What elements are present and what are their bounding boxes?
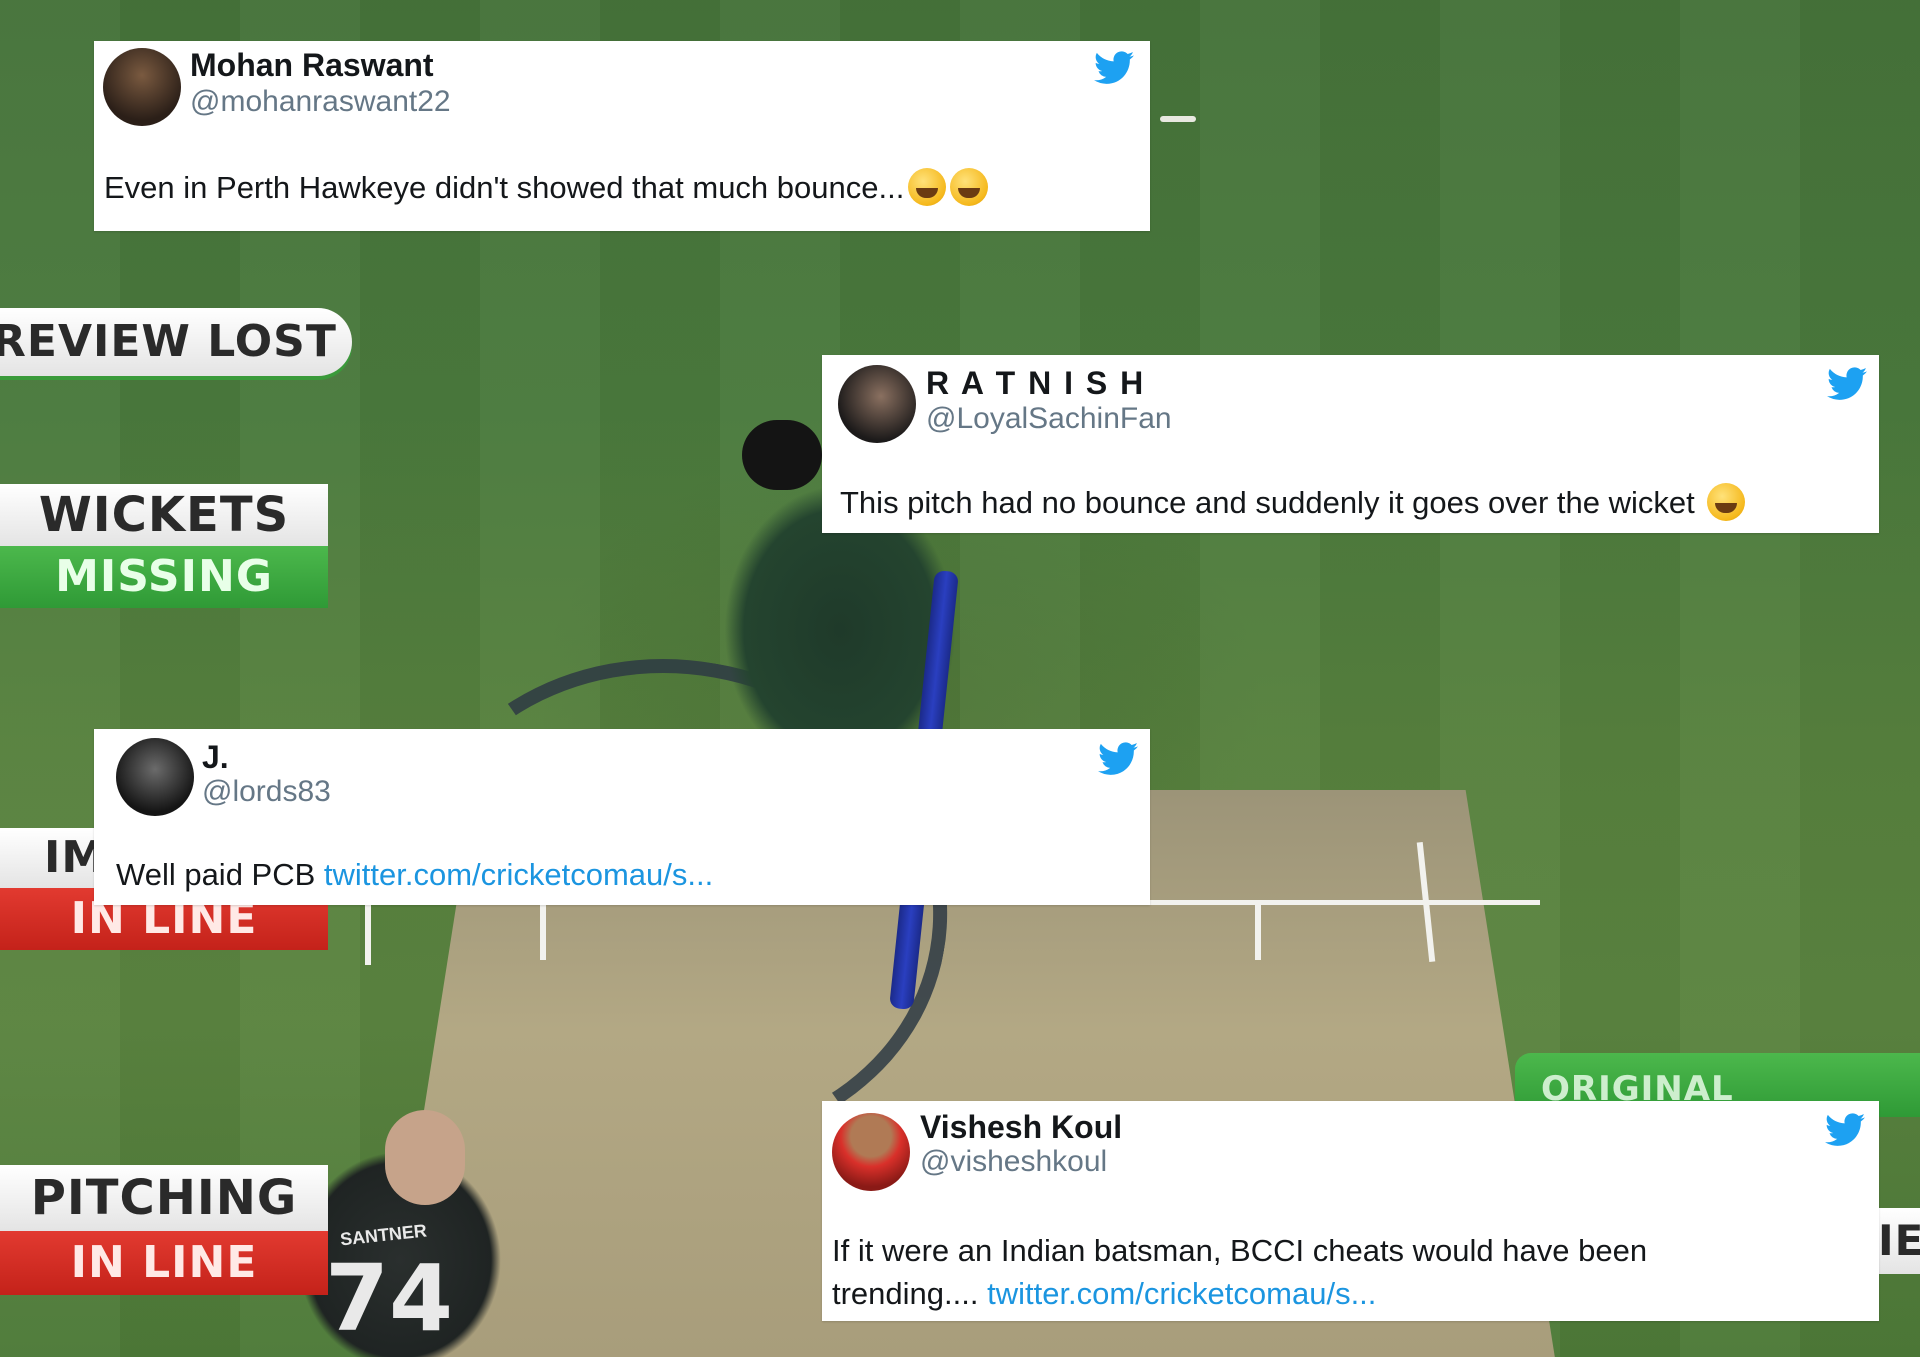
tweet-author-name[interactable]: R A T N I S H <box>926 365 1145 402</box>
pitching-label: PITCHING <box>0 1165 328 1231</box>
twitter-bird-icon[interactable] <box>1827 367 1867 401</box>
tweet-text: If it were an Indian batsman, BCCI cheat… <box>832 1229 1792 1315</box>
bowler-head <box>385 1110 465 1205</box>
tweet-link[interactable]: twitter.com/cricketcomau/s... <box>324 857 713 892</box>
tweet-text-content: Well paid PCB <box>116 857 324 892</box>
tweet-text-content: This pitch had no bounce and suddenly it… <box>840 485 1695 520</box>
tweet-author-name[interactable]: J. <box>202 739 229 776</box>
jersey-number: 74 <box>325 1245 454 1352</box>
rolling-on-floor-laughing-icon <box>950 168 989 206</box>
twitter-bird-icon[interactable] <box>1825 1113 1865 1147</box>
review-lost-banner: REVIEW LOST <box>0 308 352 376</box>
tweet-card[interactable]: Mohan Raswant @mohanraswant22 Even in Pe… <box>94 41 1150 231</box>
missing-label: MISSING <box>0 546 328 608</box>
tweet-text: Even in Perth Hawkeye didn't showed that… <box>104 166 1104 209</box>
tweet-card[interactable]: Vishesh Koul @visheshkoul If it were an … <box>822 1101 1879 1321</box>
tweet-author-handle[interactable]: @visheshkoul <box>920 1145 1107 1179</box>
tears-of-joy-icon <box>1707 483 1746 521</box>
tweet-author-handle[interactable]: @LoyalSachinFan <box>926 402 1172 436</box>
rolling-on-floor-laughing-icon <box>908 168 947 206</box>
pitching-in-line-label: IN LINE <box>0 1231 328 1295</box>
wide-marker-right <box>1255 900 1261 960</box>
twitter-bird-icon[interactable] <box>1098 742 1138 776</box>
wickets-label: WICKETS <box>0 484 328 546</box>
avatar[interactable] <box>838 365 916 443</box>
tweet-author-handle[interactable]: @lords83 <box>202 775 331 809</box>
tweet-text: Well paid PCB twitter.com/cricketcomau/s… <box>116 853 1116 896</box>
tweet-card[interactable]: J. @lords83 Well paid PCB twitter.com/cr… <box>94 729 1150 905</box>
keeper-helmet <box>742 420 822 490</box>
twitter-bird-icon[interactable] <box>1094 51 1134 85</box>
tweet-author-handle[interactable]: @mohanraswant22 <box>190 85 451 119</box>
tweet-text: This pitch had no bounce and suddenly it… <box>840 481 1860 524</box>
tweet-author-name[interactable]: Mohan Raswant <box>190 47 434 84</box>
review-edge-label: IEV <box>1878 1208 1920 1274</box>
tweet-link[interactable]: twitter.com/cricketcomau/s... <box>987 1276 1376 1311</box>
return-crease-left <box>365 905 371 965</box>
avatar[interactable] <box>832 1113 910 1191</box>
review-lost-label: REVIEW LOST <box>0 316 337 367</box>
tweet-author-name[interactable]: Vishesh Koul <box>920 1109 1122 1146</box>
avatar[interactable] <box>103 48 181 126</box>
tweet-text-content: Even in Perth Hawkeye didn't showed that… <box>104 170 905 205</box>
tweet-card[interactable]: R A T N I S H @LoyalSachinFan This pitch… <box>822 355 1879 533</box>
avatar[interactable] <box>116 738 194 816</box>
field-marking <box>1160 116 1196 122</box>
